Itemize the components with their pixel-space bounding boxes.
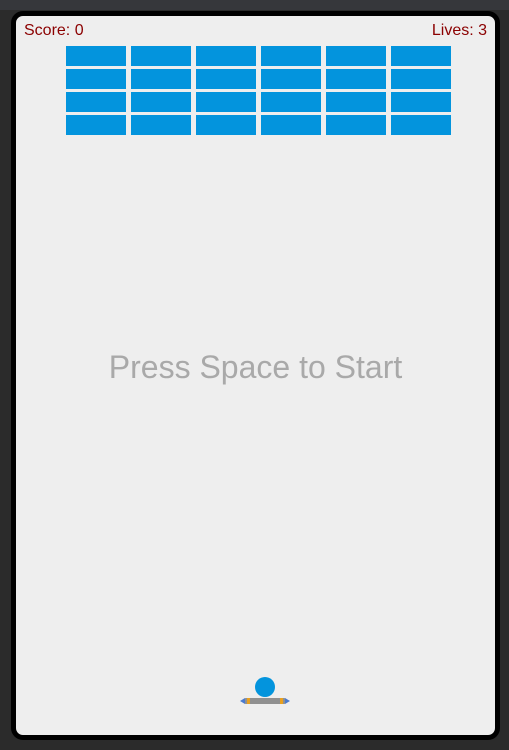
brick: [261, 92, 321, 112]
brick: [196, 92, 256, 112]
brick: [66, 92, 126, 112]
brick: [391, 46, 451, 66]
paddle-left-cap: [240, 698, 245, 704]
brick: [326, 69, 386, 89]
brick: [131, 92, 191, 112]
brick: [261, 46, 321, 66]
brick: [326, 115, 386, 135]
brick: [261, 115, 321, 135]
brick: [66, 46, 126, 66]
brick: [261, 69, 321, 89]
brick: [131, 46, 191, 66]
brick: [66, 69, 126, 89]
lives-display: Lives: 3: [431, 22, 487, 39]
brick: [131, 69, 191, 89]
brick: [196, 69, 256, 89]
game-canvas[interactable]: Score: 0 Lives: 3 Press Space to Start: [11, 11, 500, 740]
brick: [391, 115, 451, 135]
brick: [326, 92, 386, 112]
brick: [131, 115, 191, 135]
window-top-bar: [0, 0, 509, 10]
paddle-left-stripe: [247, 698, 250, 704]
paddle-right-cap: [285, 698, 290, 704]
brick: [196, 115, 256, 135]
brick: [66, 115, 126, 135]
paddle-icon[interactable]: [240, 698, 290, 704]
brick: [391, 92, 451, 112]
brick-wall: [66, 46, 451, 135]
ball-icon: [255, 677, 275, 697]
paddle-right-stripe: [280, 698, 283, 704]
brick: [326, 46, 386, 66]
brick: [196, 46, 256, 66]
start-message: Press Space to Start: [108, 349, 403, 385]
score-display: Score: 0: [24, 22, 84, 39]
brick: [391, 69, 451, 89]
